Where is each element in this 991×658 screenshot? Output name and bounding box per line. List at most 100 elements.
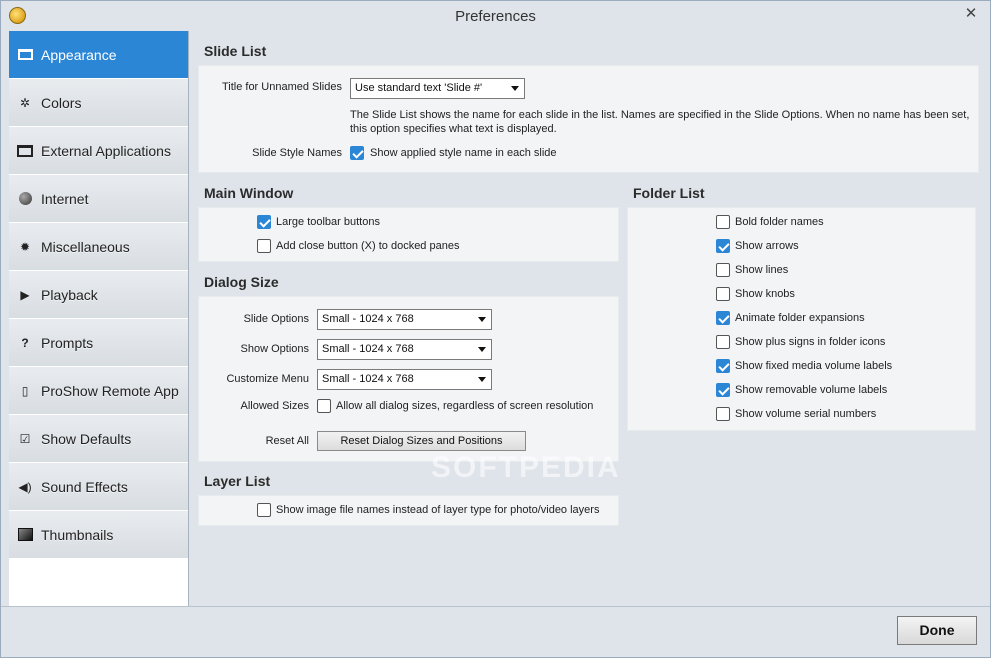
play-icon: ▶ [20,287,30,302]
fixed-media-labels-label: Show fixed media volume labels [735,360,893,372]
title-bar[interactable]: Preferences ✕ [1,1,990,31]
show-options-value: Small - 1024 x 768 [322,343,414,355]
question-icon: ? [21,335,29,350]
unnamed-slides-value: Use standard text 'Slide #' [355,82,483,94]
sidebar-item-label: Playback [41,286,98,303]
plus-signs-checkbox[interactable] [716,335,730,349]
thumbnails-icon [17,528,33,542]
volume-serial-numbers-label: Show volume serial numbers [735,408,877,420]
preferences-window: Preferences ✕ Appearance ✲ Colors Extern… [0,0,991,658]
sidebar-item-label: Thumbnails [41,526,114,543]
close-button-checkbox[interactable] [257,239,271,253]
speaker-icon: ◀) [18,479,32,494]
show-lines-checkbox[interactable] [716,263,730,277]
external-applications-icon [17,144,33,158]
sidebar-item-prompts[interactable]: ? Prompts [9,319,188,367]
sidebar: Appearance ✲ Colors External Application… [9,31,189,606]
large-toolbar-checkbox[interactable] [257,215,271,229]
sidebar-item-label: Show Defaults [41,430,132,447]
reset-all-label: Reset All [265,435,309,447]
slide-list-panel: Title for Unnamed Slides Use standard te… [198,65,979,173]
show-defaults-icon: ☑ [19,431,31,446]
show-arrows-checkbox[interactable] [716,239,730,253]
allowed-sizes-checkbox[interactable] [317,399,331,413]
show-knobs-label: Show knobs [735,288,795,300]
slide-options-select[interactable]: Small - 1024 x 768 [317,309,492,330]
close-button[interactable]: ✕ [960,5,982,23]
plus-signs-label: Show plus signs in folder icons [735,336,886,348]
sidebar-item-show-defaults[interactable]: ☑ Show Defaults [9,415,188,463]
internet-globe-icon [17,192,33,206]
sidebar-item-playback[interactable]: ▶ Playback [9,271,188,319]
unnamed-slides-select[interactable]: Use standard text 'Slide #' [350,78,525,99]
appearance-icon [17,48,33,62]
layer-file-names-label: Show image file names instead of layer t… [276,504,600,516]
slide-style-names-label: Slide Style Names [252,147,342,159]
chevron-down-icon [478,377,486,382]
bold-folder-names-checkbox[interactable] [716,215,730,229]
sidebar-item-label: Prompts [41,334,94,351]
close-button-label: Add close button (X) to docked panes [276,240,460,252]
slide-list-description: The Slide List shows the name for each s… [350,109,970,135]
sidebar-item-sound-effects[interactable]: ◀) Sound Effects [9,463,188,511]
slide-options-label: Slide Options [243,313,309,325]
slide-list-title: Slide List [204,43,267,59]
chevron-down-icon [478,347,486,352]
slide-options-value: Small - 1024 x 768 [322,313,414,325]
volume-serial-numbers-checkbox[interactable] [716,407,730,421]
folder-list-title: Folder List [633,185,705,201]
animate-folder-expansions-checkbox[interactable] [716,311,730,325]
sidebar-item-label: Sound Effects [41,478,128,495]
watermark-logo: SOFTPEDIA [431,451,621,484]
sidebar-item-label: Miscellaneous [41,238,130,255]
sidebar-item-label: External Applications [41,142,171,159]
sidebar-item-appearance[interactable]: Appearance [9,31,188,79]
dialog-size-panel: Slide Options Small - 1024 x 768 Show Op… [198,296,619,462]
chevron-down-icon [511,86,519,91]
sidebar-item-external-applications[interactable]: External Applications [9,127,188,175]
preferences-content: Slide List Title for Unnamed Slides Use … [191,31,990,606]
show-options-select[interactable]: Small - 1024 x 768 [317,339,492,360]
sidebar-item-label: Colors [41,94,82,111]
reset-dialog-sizes-button[interactable]: Reset Dialog Sizes and Positions [317,431,526,451]
fixed-media-labels-checkbox[interactable] [716,359,730,373]
remote-app-icon: ▯ [21,383,29,398]
sidebar-item-label: Appearance [41,46,117,63]
removable-volume-labels-label: Show removable volume labels [735,384,888,396]
dialog-size-title: Dialog Size [204,274,279,290]
colors-icon: ✲ [19,95,31,110]
sidebar-item-label: Internet [41,190,89,207]
allowed-sizes-checkbox-label: Allow all dialog sizes, regardless of sc… [336,400,594,412]
main-window-title: Main Window [204,185,294,201]
style-names-checkbox-label: Show applied style name in each slide [370,147,557,159]
sidebar-item-proshow-remote-app[interactable]: ▯ ProShow Remote App [9,367,188,415]
show-options-label: Show Options [240,343,309,355]
removable-volume-labels-checkbox[interactable] [716,383,730,397]
customize-menu-label: Customize Menu [226,373,309,385]
sidebar-item-internet[interactable]: Internet [9,175,188,223]
layer-list-panel: Show image file names instead of layer t… [198,495,619,526]
style-names-checkbox[interactable] [350,146,364,160]
chevron-down-icon [478,317,486,322]
main-window-panel: Large toolbar buttons Add close button (… [198,207,619,262]
done-button[interactable]: Done [897,616,977,645]
sidebar-item-label: ProShow Remote App [41,382,179,399]
unnamed-slides-label: Title for Unnamed Slides [221,81,342,93]
show-lines-label: Show lines [735,264,789,276]
layer-file-names-checkbox[interactable] [257,503,271,517]
layer-list-title: Layer List [204,473,271,489]
customize-menu-select[interactable]: Small - 1024 x 768 [317,369,492,390]
animate-folder-expansions-label: Animate folder expansions [735,312,865,324]
window-title: Preferences [455,8,536,25]
sidebar-item-thumbnails[interactable]: Thumbnails [9,511,188,559]
large-toolbar-label: Large toolbar buttons [276,216,380,228]
folder-list-panel: Bold folder names Show arrows Show lines… [627,207,976,431]
bold-folder-names-label: Bold folder names [735,216,824,228]
allowed-sizes-label: Allowed Sizes [240,400,309,412]
customize-menu-value: Small - 1024 x 768 [322,373,414,385]
sidebar-item-miscellaneous[interactable]: ✹ Miscellaneous [9,223,188,271]
show-knobs-checkbox[interactable] [716,287,730,301]
footer-bar: Done [1,606,990,657]
sidebar-item-colors[interactable]: ✲ Colors [9,79,188,127]
gear-icon: ✹ [19,239,31,254]
